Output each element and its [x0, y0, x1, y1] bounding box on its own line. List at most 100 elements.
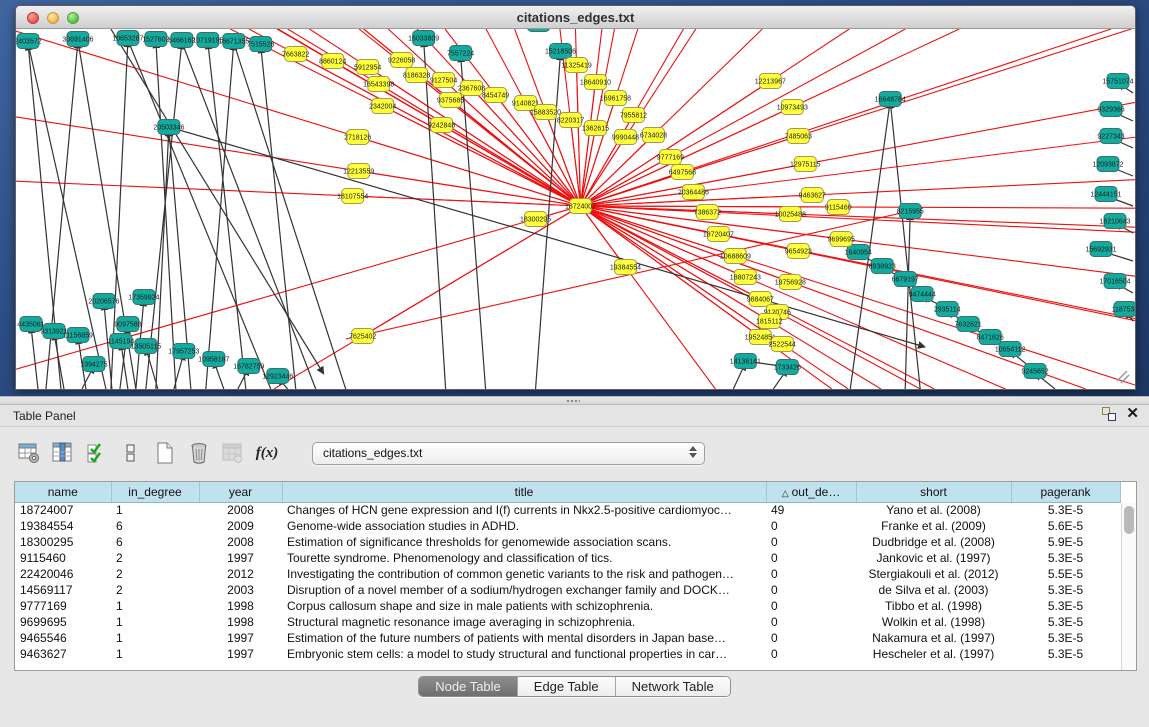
graph-node[interactable]: 9990448: [612, 130, 639, 145]
table-cell[interactable]: 1998: [199, 598, 282, 614]
graph-node[interactable]: 30691406: [62, 32, 93, 47]
table-cell[interactable]: 6: [111, 534, 199, 550]
graph-node[interactable]: 6734028: [640, 128, 667, 143]
graph-node[interactable]: 16782759: [233, 359, 264, 374]
graph-node[interactable]: 7485063: [785, 129, 812, 144]
graph-node[interactable]: 18807243: [730, 270, 761, 285]
table-cell[interactable]: 9463627: [15, 646, 111, 662]
table-cell[interactable]: 5.3E-5: [1011, 614, 1120, 630]
table-cell[interactable]: 1: [111, 614, 199, 630]
table-cell[interactable]: 5.9E-5: [1011, 534, 1120, 550]
table-cell[interactable]: 2008: [199, 534, 282, 550]
graph-node[interactable]: 20364486: [678, 185, 709, 200]
graph-node[interactable]: 1394275: [80, 357, 107, 372]
graph-node[interactable]: 17016504: [1099, 274, 1130, 289]
table-cell[interactable]: Disruption of a novel member of a sodium…: [282, 582, 766, 598]
column-header[interactable]: short: [856, 482, 1011, 502]
graph-node[interactable]: 18640910: [580, 75, 611, 90]
graph-node[interactable]: 9777169: [657, 150, 684, 165]
graph-node[interactable]: 2935114: [934, 302, 961, 317]
graph-node[interactable]: 16671355: [218, 34, 249, 49]
table-cell[interactable]: Estimation of the future numbers of pati…: [282, 630, 766, 646]
graph-node[interactable]: 7557224: [447, 46, 474, 61]
column-header[interactable]: pagerank: [1011, 482, 1120, 502]
graph-node[interactable]: 16961758: [600, 91, 631, 106]
graph-node[interactable]: 1362615: [582, 121, 609, 136]
graph-node[interactable]: 8454749: [482, 88, 509, 103]
tab-edge-table[interactable]: Edge Table: [518, 677, 616, 696]
table-cell[interactable]: 5.3E-5: [1011, 646, 1120, 662]
graph-node[interactable]: 12923446: [262, 369, 293, 384]
tab-network-table[interactable]: Network Table: [616, 677, 730, 696]
row-iccon[interactable]: [116, 438, 146, 468]
table-cell[interactable]: 22420046: [15, 566, 111, 582]
new-table-icon[interactable]: [150, 438, 180, 468]
table-cell[interactable]: 5.3E-5: [1011, 550, 1120, 566]
table-cell[interactable]: 14569117: [15, 582, 111, 598]
network-window[interactable]: citations_edges.txt 24035723069140610653…: [15, 5, 1136, 390]
table-cell[interactable]: Changes of HCN gene expression and I(f) …: [282, 502, 766, 518]
graph-node[interactable]: 18724007: [565, 199, 596, 214]
graph-node[interactable]: 6679197: [892, 272, 919, 287]
graph-node[interactable]: 18300295: [520, 212, 551, 227]
table-cell[interactable]: 0: [766, 550, 856, 566]
table-cell[interactable]: Stergiakouli et al. (2012): [856, 566, 1011, 582]
table-cell[interactable]: 0: [766, 582, 856, 598]
graph-node[interactable]: 8813054: [525, 29, 552, 32]
graph-node[interactable]: 18107554: [337, 189, 368, 204]
graph-node[interactable]: 20503346: [153, 120, 184, 135]
table-cell[interactable]: 1: [111, 598, 199, 614]
table-cell[interactable]: 1997: [199, 630, 282, 646]
column-header[interactable]: title: [282, 482, 766, 502]
table-cell[interactable]: 2: [111, 566, 199, 582]
table-cell[interactable]: 2: [111, 550, 199, 566]
table-cell[interactable]: 1997: [199, 550, 282, 566]
graph-node[interactable]: 2342004: [369, 99, 396, 114]
table-cell[interactable]: Investigating the contribution of common…: [282, 566, 766, 582]
graph-node[interactable]: 10688609: [720, 249, 751, 264]
graph-node[interactable]: 7625402: [349, 329, 376, 344]
table-cell[interactable]: 9115460: [15, 550, 111, 566]
graph-node[interactable]: 14136141: [730, 354, 761, 369]
scrollbar-thumb[interactable]: [1124, 506, 1134, 534]
table-row[interactable]: 1456911722003Disruption of a novel membe…: [15, 582, 1120, 598]
graph-node[interactable]: 17359924: [128, 290, 159, 305]
graph-node[interactable]: 12975115: [790, 157, 821, 172]
table-cell[interactable]: Hescheler et al. (1997): [856, 646, 1011, 662]
graph-node[interactable]: 17957253: [168, 344, 199, 359]
table-cell[interactable]: Tourette syndrome. Phenomenology and cla…: [282, 550, 766, 566]
graph-node[interactable]: 1187534: [1112, 302, 1135, 317]
graph-node[interactable]: 9654923: [785, 244, 812, 259]
graph-node[interactable]: 12093872: [1092, 157, 1123, 172]
table-cell[interactable]: 1: [111, 502, 199, 518]
graph-node[interactable]: 6497568: [669, 165, 696, 180]
table-cell[interactable]: de Silva et al. (2003): [856, 582, 1011, 598]
table-row[interactable]: 977716911998Corpus callosum shape and si…: [15, 598, 1120, 614]
splitter-grip-icon[interactable]: [566, 399, 580, 403]
table-cell[interactable]: 5.3E-5: [1011, 630, 1120, 646]
graph-node[interactable]: 8471626: [977, 330, 1004, 345]
table-cell[interactable]: 0: [766, 630, 856, 646]
table-cell[interactable]: Nakamura et al. (1997): [856, 630, 1011, 646]
graph-node[interactable]: 9474444: [909, 287, 936, 302]
table-cell[interactable]: Genome-wide association studies in ADHD.: [282, 518, 766, 534]
table-row[interactable]: 969969511998Structural magnetic resonanc…: [15, 614, 1120, 630]
modify-table-icon[interactable]: [14, 438, 44, 468]
graph-node[interactable]: 12444151: [1090, 187, 1121, 202]
table-cell[interactable]: 0: [766, 566, 856, 582]
graph-node[interactable]: 18720407: [703, 227, 734, 242]
table-cell[interactable]: 5.3E-5: [1011, 598, 1120, 614]
float-panel-icon[interactable]: [1102, 407, 1116, 421]
graph-node[interactable]: 2403572: [16, 34, 42, 49]
table-row[interactable]: 946362711997Embryonic stem cells: a mode…: [15, 646, 1120, 662]
delete-table-icon[interactable]: [184, 438, 214, 468]
graph-node[interactable]: 5912954: [354, 60, 381, 75]
table-cell[interactable]: Wolkin et al. (1998): [856, 614, 1011, 630]
vertical-scrollbar[interactable]: [1121, 503, 1136, 670]
graph-node[interactable]: 7955812: [620, 108, 647, 123]
graph-node[interactable]: 9242848: [428, 118, 455, 133]
table-cell[interactable]: 19384554: [15, 518, 111, 534]
graph-node[interactable]: 9245652: [1021, 364, 1048, 379]
graph-node[interactable]: 7386372: [694, 205, 721, 220]
graph-node[interactable]: 10653287: [112, 31, 143, 46]
